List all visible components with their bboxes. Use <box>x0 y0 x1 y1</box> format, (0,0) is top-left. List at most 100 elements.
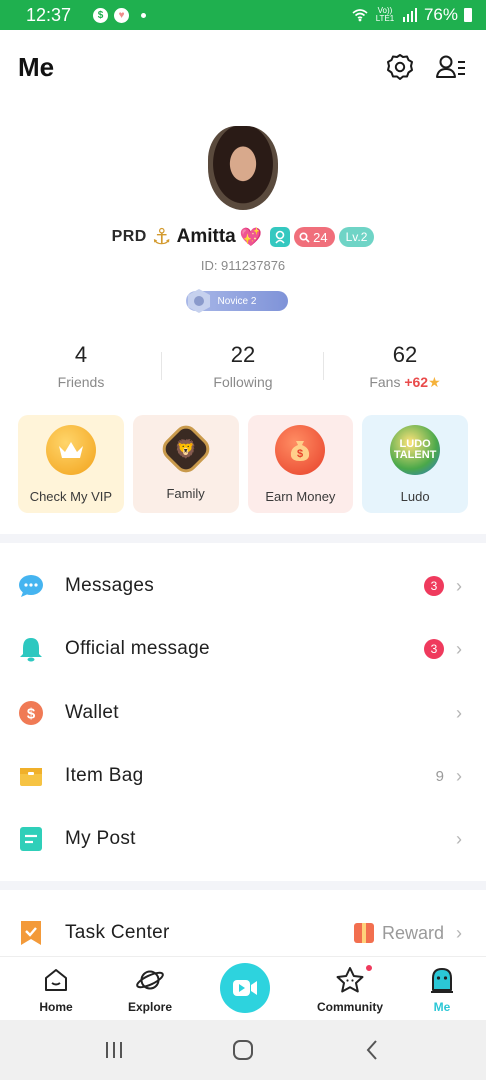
search-count: 24 <box>313 229 328 245</box>
status-bar: 12:37 $ ♥ Vo)) LTE1 76% <box>0 0 486 30</box>
recent-apps-icon <box>106 1042 123 1058</box>
system-nav-bar <box>0 1020 486 1080</box>
signal-icon <box>402 8 417 22</box>
fans-increase: +62 <box>404 374 429 390</box>
user-name: Amitta <box>176 226 236 247</box>
stat-value: 22 <box>230 342 256 367</box>
stat-label-row: Fans +62★ <box>324 374 486 391</box>
chevron-right-icon: › <box>456 922 462 943</box>
nav-me[interactable]: Me <box>398 957 486 1020</box>
bottom-nav: Home Explore Community Me <box>0 956 486 1020</box>
unread-badge: 3 <box>424 639 444 659</box>
post-icon <box>18 826 44 852</box>
user-list-icon <box>436 55 465 78</box>
nav-live[interactable] <box>188 957 302 1020</box>
item-count: 9 <box>435 767 444 785</box>
menu-label: Task Center <box>65 922 170 943</box>
star-icon: ★ <box>428 374 441 390</box>
menu-label: Wallet <box>65 702 119 723</box>
notification-icons: $ ♥ <box>93 7 147 23</box>
planet-icon <box>135 965 165 995</box>
more-notifications-icon <box>141 12 147 18</box>
money-bag-icon: $ <box>275 425 326 475</box>
menu-item-bag[interactable]: Item Bag 9 › <box>0 745 486 807</box>
menu-wallet[interactable]: $ Wallet › <box>0 682 486 744</box>
nav-label: Me <box>433 1000 451 1014</box>
battery-percent: 76% <box>423 5 458 24</box>
battery-icon <box>464 8 472 22</box>
search-icon <box>299 231 310 243</box>
card-label: Ludo <box>400 489 430 504</box>
stats-row: 4 Friends 22 Following 62 Fans +62★ <box>0 338 486 398</box>
wifi-icon <box>352 9 368 22</box>
home-icon <box>41 965 71 995</box>
lion-icon: 🦁 <box>157 420 214 478</box>
card-label: Check My VIP <box>29 489 113 504</box>
network-type: Vo)) LTE1 <box>375 6 395 23</box>
dollar-coin-icon: $ <box>18 700 44 726</box>
chevron-right-icon: › <box>456 638 462 659</box>
menu-label: Item Bag <box>65 765 144 786</box>
recent-apps-button[interactable] <box>94 1030 134 1070</box>
home-square-icon <box>232 1040 253 1060</box>
app-notification-icon: $ <box>93 7 109 23</box>
menu-label: Messages <box>65 575 154 596</box>
card-label: Earn Money <box>265 489 336 504</box>
menu-messages[interactable]: Messages 3 › <box>0 555 486 617</box>
trident-icon: ⚓ <box>151 224 172 249</box>
card-ludo[interactable]: LUDO TALENT Ludo <box>362 415 468 513</box>
stat-fans[interactable]: 62 Fans +62★ <box>324 338 486 398</box>
nav-label: Explore <box>127 1000 172 1014</box>
heart-icon: 💖 <box>239 226 263 247</box>
section-divider <box>0 534 486 543</box>
crown-icon <box>45 425 96 475</box>
profile-menu-button[interactable] <box>436 52 466 82</box>
menu-label: Official message <box>65 638 210 659</box>
unread-badge: 3 <box>424 576 444 596</box>
live-button[interactable] <box>220 963 270 1013</box>
menu-task-center[interactable]: Task Center Reward › <box>0 902 486 964</box>
menu-label: My Post <box>65 828 136 849</box>
gift-icon <box>353 923 374 943</box>
quick-cards: Check My VIP 🦁 Family $ Earn Money LUDO … <box>18 415 468 513</box>
task-flag-icon <box>18 920 44 946</box>
stat-label: Friends <box>57 374 105 390</box>
stat-following[interactable]: 22 Following <box>162 338 324 398</box>
svg-text:$: $ <box>27 706 36 723</box>
card-label: Family <box>166 486 205 501</box>
nav-home[interactable]: Home <box>0 957 112 1020</box>
gear-icon <box>387 54 413 80</box>
reward-label: Reward <box>381 922 444 943</box>
menu-right: 3 › <box>424 576 466 597</box>
search-count-badge: 24 <box>294 227 335 247</box>
page-title: Me <box>18 52 55 82</box>
back-chevron-icon <box>366 1040 377 1060</box>
chevron-right-icon: › <box>456 575 462 596</box>
nav-label: Community <box>317 1000 383 1014</box>
stat-friends[interactable]: 4 Friends <box>0 338 162 398</box>
settings-button[interactable] <box>385 52 415 82</box>
chat-bubble-icon <box>18 573 44 599</box>
stat-value: 62 <box>392 342 418 367</box>
menu-official-message[interactable]: Official message 3 › <box>0 618 486 680</box>
menu-right: › <box>456 703 466 724</box>
name-row: PRD ⚓ Amitta 💖 24 Lv.2 <box>0 224 486 250</box>
rank-label: Novice 2 <box>217 295 257 307</box>
card-check-my-vip[interactable]: Check My VIP <box>18 415 124 513</box>
nav-label: Home <box>39 1000 73 1014</box>
section-divider <box>0 881 486 890</box>
bell-icon <box>18 636 44 662</box>
user-id: ID: 911237876 <box>200 258 286 273</box>
nav-community[interactable]: Community <box>302 957 398 1020</box>
nav-explore[interactable]: Explore <box>112 957 188 1020</box>
gender-badge <box>270 227 291 247</box>
card-family[interactable]: 🦁 Family <box>132 415 239 513</box>
menu-my-post[interactable]: My Post › <box>0 808 486 870</box>
menu-right: Reward › <box>353 922 466 944</box>
stat-label: Following <box>213 374 273 390</box>
avatar[interactable] <box>208 126 278 210</box>
heart-notification-icon: ♥ <box>114 7 130 23</box>
back-button[interactable] <box>352 1030 392 1070</box>
home-system-button[interactable] <box>223 1030 263 1070</box>
card-earn-money[interactable]: $ Earn Money <box>247 415 354 513</box>
